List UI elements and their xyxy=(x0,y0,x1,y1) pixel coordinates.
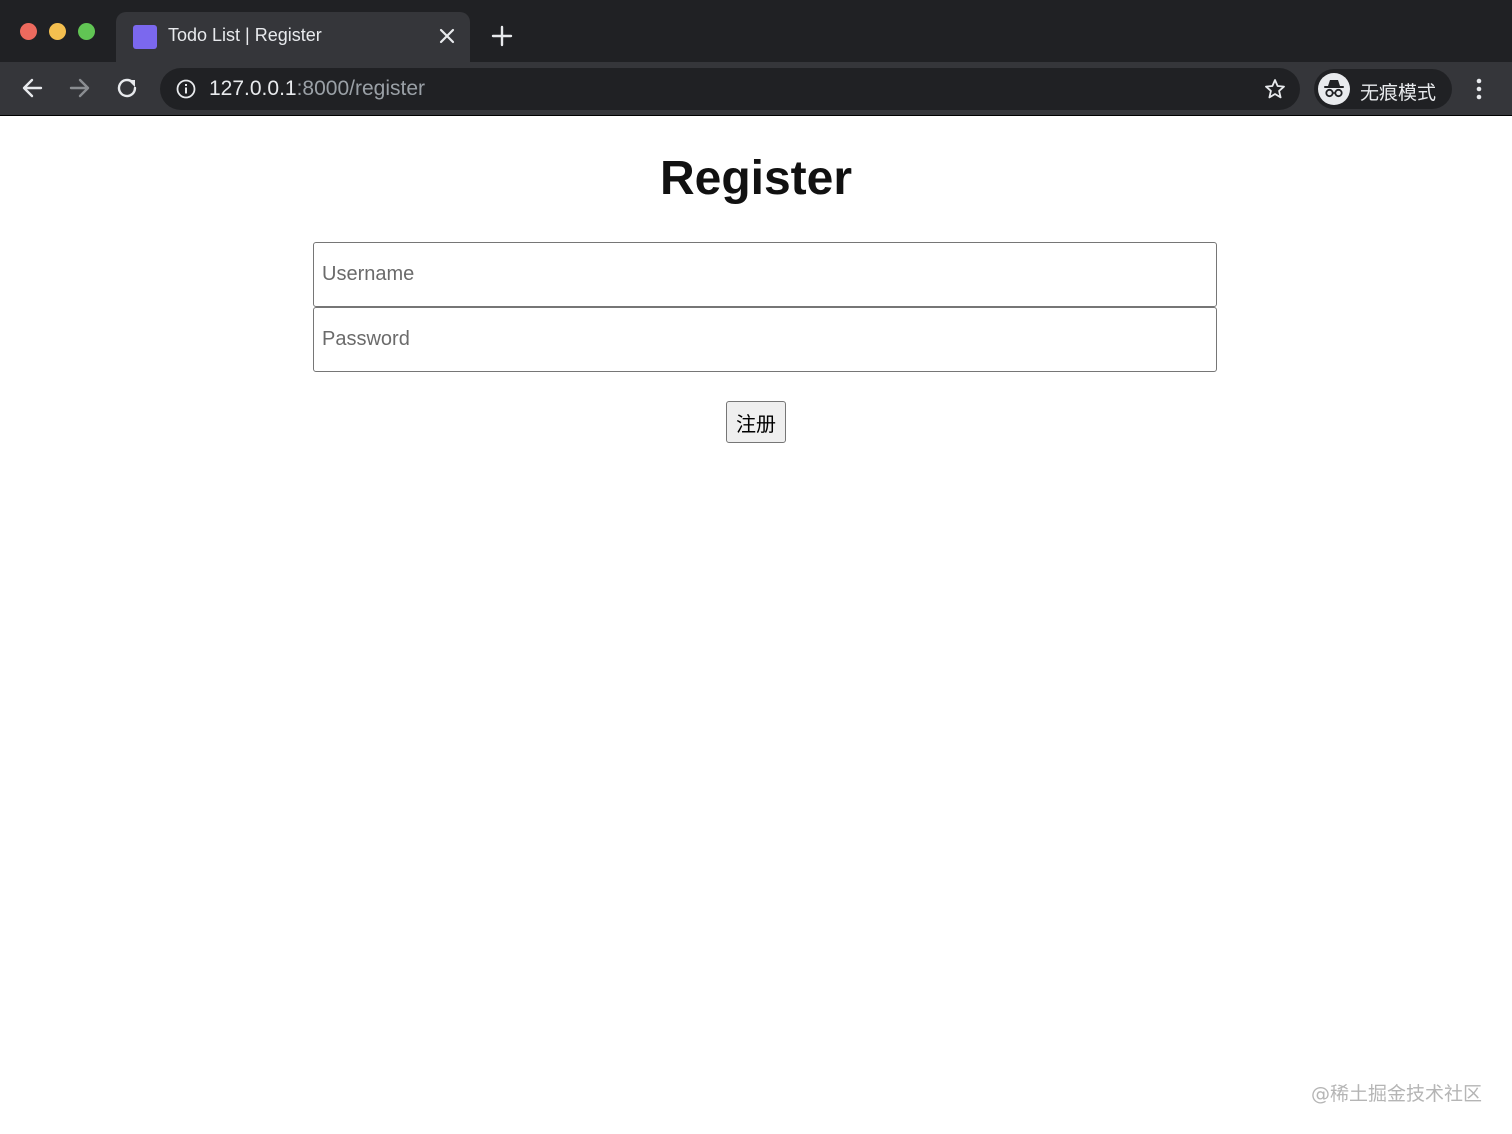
page-content: Register 注册 @稀土掘金技术社区 xyxy=(0,117,1512,1134)
url-host: 127.0.0.1 xyxy=(209,77,297,100)
incognito-indicator[interactable]: 无痕模式 xyxy=(1314,69,1452,109)
window-close-button[interactable] xyxy=(20,23,37,40)
browser-window: Todo List | Register 127.0.0.1:8000/regi… xyxy=(0,0,1512,1134)
plus-icon[interactable] xyxy=(490,24,514,48)
window-maximize-button[interactable] xyxy=(78,23,95,40)
back-arrow-icon[interactable] xyxy=(20,75,46,101)
favicon-icon xyxy=(133,25,157,49)
password-input[interactable] xyxy=(313,307,1217,372)
more-menu-icon[interactable] xyxy=(1468,76,1490,102)
address-bar[interactable]: 127.0.0.1:8000/register xyxy=(160,68,1300,110)
bookmark-star-icon[interactable] xyxy=(1264,78,1286,100)
incognito-icon xyxy=(1318,73,1350,105)
tab-active[interactable]: Todo List | Register xyxy=(116,12,470,62)
watermark: @稀土掘金技术社区 xyxy=(1310,1083,1482,1105)
url-path: :8000/register xyxy=(296,77,426,100)
reload-icon[interactable] xyxy=(114,75,140,101)
browser-toolbar: 127.0.0.1:8000/register 无痕模式 xyxy=(0,62,1512,116)
tab-strip: Todo List | Register xyxy=(0,0,1512,62)
register-button[interactable]: 注册 xyxy=(726,401,786,443)
username-input[interactable] xyxy=(313,242,1217,307)
forward-arrow-icon[interactable] xyxy=(66,75,92,101)
window-minimize-button[interactable] xyxy=(49,23,66,40)
info-icon[interactable] xyxy=(176,79,196,99)
url-text[interactable]: 127.0.0.1:8000/register xyxy=(209,77,425,101)
tab-title: Todo List | Register xyxy=(168,25,322,45)
incognito-label: 无痕模式 xyxy=(1360,83,1437,104)
page-title: Register xyxy=(659,152,853,205)
close-icon[interactable] xyxy=(438,27,456,45)
